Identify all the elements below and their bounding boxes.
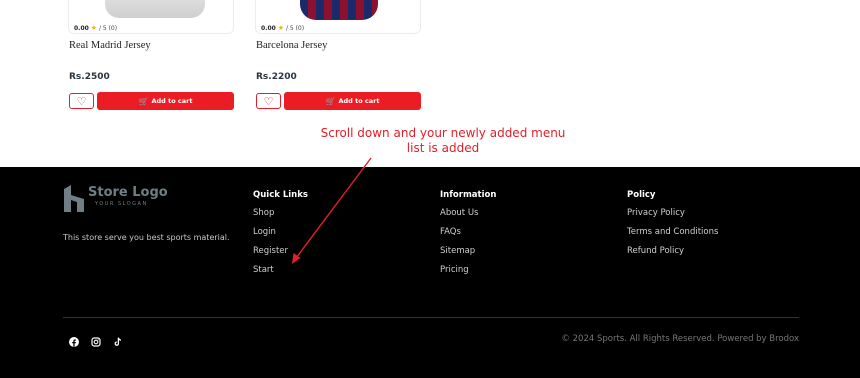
wishlist-button[interactable]: ♡ [69, 93, 94, 109]
footer-link-start[interactable]: Start [253, 265, 308, 275]
footer-link-sitemap[interactable]: Sitemap [440, 246, 496, 256]
information-heading: Information [440, 190, 497, 200]
footer-link-register[interactable]: Register [253, 246, 308, 256]
star-icon: ★ [277, 24, 285, 32]
rating-suffix: / 5 (0) [285, 25, 305, 32]
add-to-cart-label: Add to cart [338, 97, 380, 105]
cart-icon: 🛒 [138, 96, 149, 106]
quick-links-column: Quick Links Shop Login Register Start [253, 190, 308, 284]
star-icon: ★ [90, 24, 98, 32]
footer-link-faqs[interactable]: FAQs [440, 227, 496, 237]
footer-link-terms[interactable]: Terms and Conditions [627, 227, 718, 237]
footer-link-login[interactable]: Login [253, 227, 308, 237]
annotation-line-2: list is added [406, 141, 480, 155]
logo-mark-icon [64, 185, 84, 212]
footer-link-pricing[interactable]: Pricing [440, 265, 496, 275]
footer-link-refund-policy[interactable]: Refund Policy [627, 246, 718, 256]
rating-suffix: / 5 (0) [98, 25, 118, 32]
product-image[interactable]: 0.00 ★ / 5 (0) [68, 0, 234, 34]
product-price: Rs.2500 [69, 72, 110, 82]
logo-slogan: YOUR SLOGAN [95, 201, 148, 207]
annotation-line-1: Scroll down and your newly added menu [320, 126, 566, 140]
heart-icon: ♡ [76, 95, 87, 108]
instagram-icon[interactable] [90, 336, 101, 347]
information-column: Information About Us FAQs Sitemap Pricin… [440, 190, 496, 284]
wishlist-button[interactable]: ♡ [256, 93, 281, 109]
add-to-cart-button[interactable]: 🛒 Add to cart [284, 92, 421, 110]
copyright-text: © 2024 Sports. All Rights Reserved. Powe… [561, 334, 799, 344]
add-to-cart-button[interactable]: 🛒 Add to cart [97, 92, 234, 110]
store-logo[interactable]: Store Logo YOUR SLOGAN [63, 185, 168, 213]
rating-value: 0.00 [74, 25, 89, 32]
rating-value: 0.00 [261, 25, 276, 32]
product-name[interactable]: Barcelona Jersey [256, 40, 327, 51]
heart-icon: ♡ [263, 95, 274, 108]
tiktok-icon[interactable] [112, 336, 123, 347]
logo-text: Store Logo YOUR SLOGAN [88, 185, 168, 207]
rating: 0.00 ★ / 5 (0) [261, 24, 304, 32]
policy-column: Policy Privacy Policy Terms and Conditio… [627, 190, 718, 265]
footer-divider [63, 317, 799, 318]
logo-title: Store Logo [88, 185, 168, 200]
footer-link-privacy-policy[interactable]: Privacy Policy [627, 208, 718, 218]
facebook-icon[interactable] [68, 336, 79, 347]
policy-heading: Policy [627, 190, 656, 200]
footer-link-about-us[interactable]: About Us [440, 208, 496, 218]
product-name[interactable]: Real Madrid Jersey [69, 40, 151, 51]
store-description: This store serve you best sports materia… [63, 233, 230, 242]
social-links [68, 336, 123, 347]
quick-links-heading: Quick Links [253, 190, 308, 200]
site-footer: Store Logo YOUR SLOGAN This store serve … [0, 167, 860, 378]
rating: 0.00 ★ / 5 (0) [74, 24, 117, 32]
add-to-cart-label: Add to cart [151, 97, 193, 105]
annotation-text: Scroll down and your newly added menu li… [320, 126, 566, 156]
real-madrid-jersey-image [105, 0, 205, 18]
product-price: Rs.2200 [256, 72, 297, 82]
footer-link-shop[interactable]: Shop [253, 208, 308, 218]
product-image[interactable]: 0.00 ★ / 5 (0) [255, 0, 421, 34]
barcelona-jersey-image [300, 0, 378, 20]
cart-icon: 🛒 [325, 96, 336, 106]
